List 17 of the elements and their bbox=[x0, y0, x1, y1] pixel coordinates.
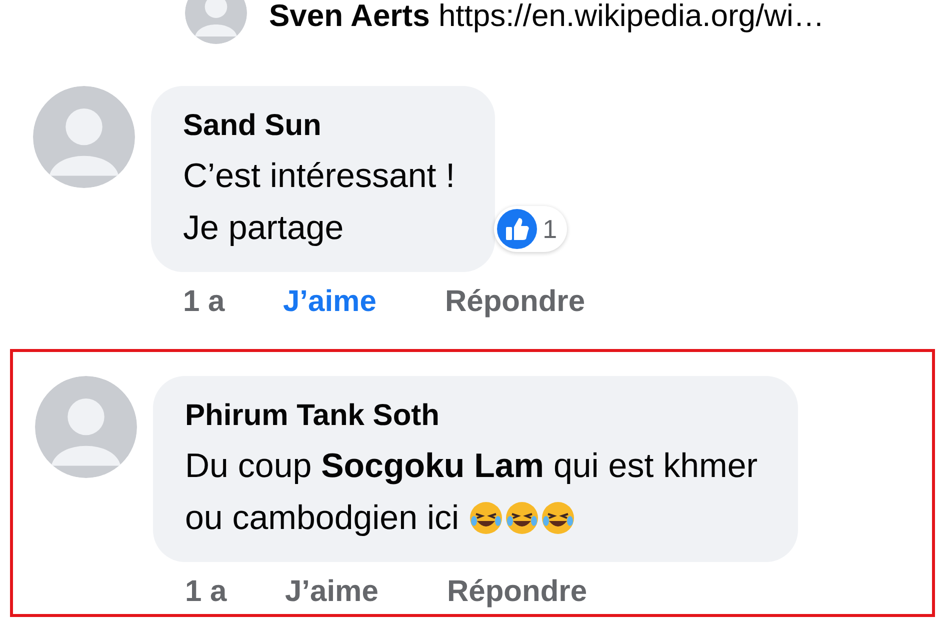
author-name[interactable]: Sven Aerts bbox=[269, 0, 430, 33]
reaction-badge[interactable]: 1 bbox=[494, 206, 568, 252]
author-name[interactable]: Phirum Tank Soth bbox=[185, 396, 440, 436]
laughing-emoji-icon bbox=[468, 501, 503, 535]
like-button[interactable]: J’aime bbox=[285, 572, 447, 612]
laughing-emoji-icon bbox=[540, 501, 575, 535]
timestamp[interactable]: 1 a bbox=[183, 282, 283, 322]
author-name[interactable]: Sand Sun bbox=[183, 106, 322, 146]
like-button[interactable]: J’aime bbox=[283, 282, 445, 322]
reply-button[interactable]: Répondre bbox=[447, 572, 588, 612]
reply-button[interactable]: Répondre bbox=[445, 282, 586, 322]
comment-text: C’est intéressant ! Je partage bbox=[183, 156, 456, 249]
thumbs-up-icon bbox=[496, 209, 537, 249]
laughing-emoji-icon bbox=[504, 501, 539, 535]
comment-text: Du coup Socgoku Lam qui est khmer ou cambodgien ici bbox=[185, 446, 758, 539]
timestamp[interactable]: 1 a bbox=[185, 572, 285, 612]
link-text[interactable]: https://en.wikipedia.org/wi… bbox=[438, 0, 824, 33]
